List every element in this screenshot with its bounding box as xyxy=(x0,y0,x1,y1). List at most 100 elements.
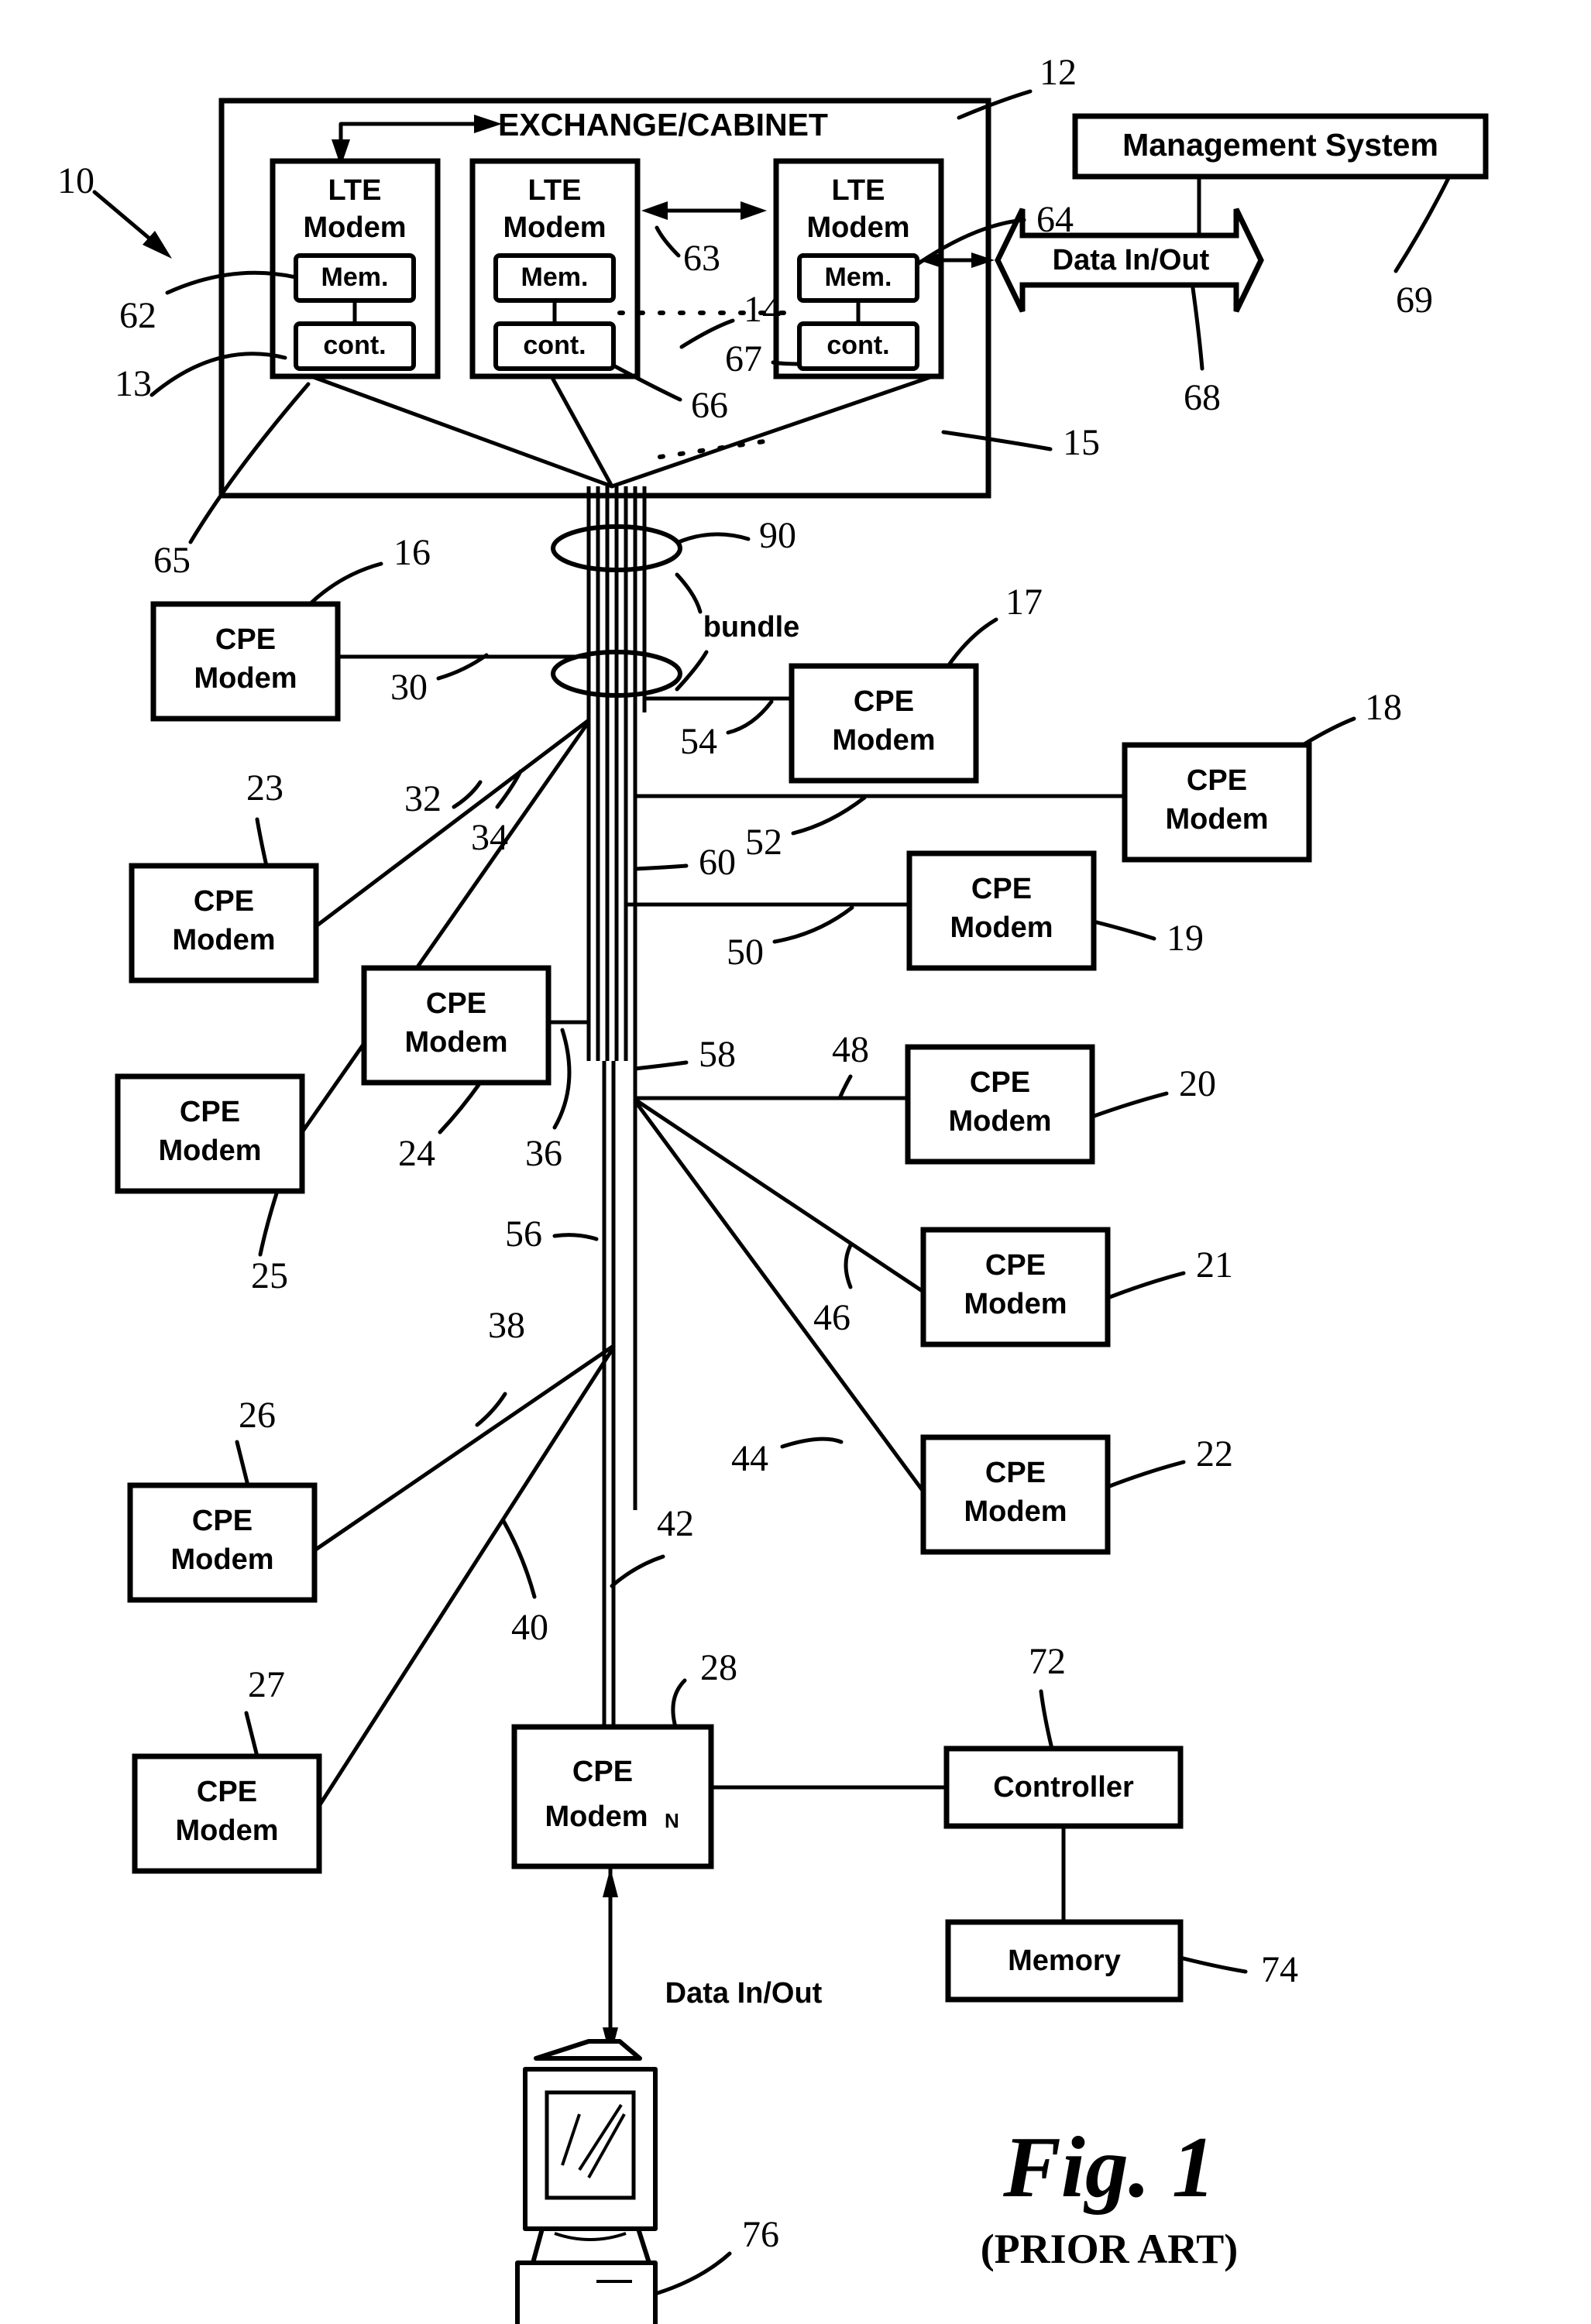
cpe-modem-n-box[interactable] xyxy=(511,1724,714,1869)
cpe-modem-24-label-line1: CPE xyxy=(426,987,486,1020)
ref-28: 28 xyxy=(700,1647,737,1688)
ref-10: 10 xyxy=(57,160,94,201)
cpe-modem-19-label-line1: CPE xyxy=(971,873,1032,905)
figure-title: Fig. 1 xyxy=(1002,2120,1215,2216)
ref-67: 67 xyxy=(725,338,762,379)
cpe-modem-23-label-line2: Modem xyxy=(173,924,276,956)
lte-modem-1-controller-label: cont. xyxy=(323,331,386,360)
figure-subtitle: (PRIOR ART) xyxy=(981,2226,1239,2272)
ref-36: 36 xyxy=(525,1133,562,1174)
cpe-modem-18-box[interactable] xyxy=(1122,742,1312,863)
cpe-modem-27-box[interactable] xyxy=(132,1753,322,1874)
cpe-modem-25-box[interactable] xyxy=(115,1073,305,1194)
ref-66: 66 xyxy=(691,385,728,426)
ref-69: 69 xyxy=(1396,280,1433,321)
cpe-modem-n-label-line1: CPE xyxy=(572,1756,633,1788)
ref-44: 44 xyxy=(731,1438,768,1479)
ref-63: 63 xyxy=(683,238,720,279)
ref-68: 68 xyxy=(1184,377,1221,418)
management-system-label: Management System xyxy=(1122,127,1438,163)
ref-74: 74 xyxy=(1261,1949,1298,1990)
cpe-modem-26-label-line1: CPE xyxy=(192,1505,253,1537)
ref-22: 22 xyxy=(1196,1433,1233,1474)
cpe-modem-18-label-line1: CPE xyxy=(1187,764,1247,797)
cpe-modem-24-box[interactable] xyxy=(361,965,552,1086)
cpe-modem-n-subscript: N xyxy=(665,1809,679,1832)
ref-58: 58 xyxy=(699,1034,736,1075)
ref-90: 90 xyxy=(759,515,796,556)
lte-modem-3[interactable]: LTE Modem Mem. cont. xyxy=(773,158,944,379)
ref-50: 50 xyxy=(727,932,764,973)
figure-1-diagram: EXCHANGE/CABINET 12 10 LTE Modem Mem. co… xyxy=(0,0,1591,2324)
lte-modem-2[interactable]: LTE Modem Mem. cont. xyxy=(469,158,641,379)
cpe-modem-16-box[interactable] xyxy=(150,601,341,722)
controller-label: Controller xyxy=(993,1771,1134,1804)
ref-48: 48 xyxy=(832,1029,869,1070)
ref-18: 18 xyxy=(1365,687,1402,728)
ref-42: 42 xyxy=(657,1503,694,1544)
exchange-header-label: EXCHANGE/CABINET xyxy=(498,107,828,142)
cpe-modem-25-label-line1: CPE xyxy=(180,1096,240,1128)
lte-modem-3-memory-label: Mem. xyxy=(825,263,892,292)
cpe-modem-16-label-line2: Modem xyxy=(194,662,297,695)
cpe-modem-20-box[interactable] xyxy=(905,1044,1095,1165)
ref-26: 26 xyxy=(239,1395,276,1436)
lte-modem-3-controller-label: cont. xyxy=(826,331,889,360)
cpe-modem-19-label-line2: Modem xyxy=(950,911,1053,944)
ref-20: 20 xyxy=(1179,1063,1216,1104)
memory-label: Memory xyxy=(1008,1945,1121,1977)
lte-modem-3-label-line2: Modem xyxy=(807,211,910,244)
ref-60: 60 xyxy=(699,842,736,883)
lte-modem-1-memory-label: Mem. xyxy=(321,263,389,292)
computer-pedestal xyxy=(531,2226,651,2265)
cpe-modem-25-label-line2: Modem xyxy=(159,1135,262,1167)
ref-76: 76 xyxy=(742,2214,779,2255)
ref-34: 34 xyxy=(471,817,508,858)
patent-figure-root: EXCHANGE/CABINET 12 10 LTE Modem Mem. co… xyxy=(0,0,1591,2324)
lte-modem-1[interactable]: LTE Modem Mem. cont. xyxy=(270,158,441,379)
ref-19: 19 xyxy=(1167,918,1204,959)
ref-65: 65 xyxy=(153,540,191,581)
cpe-modem-17-label-line1: CPE xyxy=(854,685,914,718)
cpe-modem-23-box[interactable] xyxy=(129,863,319,983)
cpe-modem-22-label-line1: CPE xyxy=(985,1457,1046,1489)
ref-24: 24 xyxy=(398,1133,435,1174)
cpe-modem-27-label-line2: Modem xyxy=(176,1814,279,1847)
ref-30: 30 xyxy=(390,667,428,708)
cpe-modem-22-label-line2: Modem xyxy=(964,1495,1067,1528)
cpe-modem-17-box[interactable] xyxy=(789,663,979,784)
cpe-modem-22-box[interactable] xyxy=(920,1434,1111,1555)
cpe-modem-26-box[interactable] xyxy=(127,1482,318,1603)
cpe-modem-16-label-line1: CPE xyxy=(215,623,276,656)
ref-62: 62 xyxy=(119,295,156,336)
bundle-label: bundle xyxy=(703,611,800,644)
ref-56: 56 xyxy=(505,1213,542,1255)
ref-27: 27 xyxy=(248,1664,285,1705)
cpe-modem-26-label-line2: Modem xyxy=(171,1543,274,1576)
ref-16: 16 xyxy=(393,532,431,573)
computer-base xyxy=(515,2260,658,2324)
cpe-modem-21-label-line2: Modem xyxy=(964,1288,1067,1320)
cpe-modem-18-label-line2: Modem xyxy=(1166,803,1269,836)
cpe-modem-21-label-line1: CPE xyxy=(985,1249,1046,1282)
ref-21: 21 xyxy=(1196,1244,1233,1286)
ref-32: 32 xyxy=(404,778,442,819)
lte-modem-3-label-line1: LTE xyxy=(832,174,885,207)
leader-67 xyxy=(771,360,800,366)
cpe-modem-20-label-line2: Modem xyxy=(949,1105,1052,1138)
cpe-modem-24-label-line2: Modem xyxy=(405,1026,508,1059)
ref-14: 14 xyxy=(744,289,781,330)
lte-modem-1-label-line1: LTE xyxy=(328,174,382,207)
figure-caption-group: Fig. 1 (PRIOR ART) xyxy=(981,2120,1239,2272)
lte-modem-2-memory-label: Mem. xyxy=(521,263,589,292)
cpe-modem-19-box[interactable] xyxy=(906,850,1097,971)
cpe-modem-20-label-line1: CPE xyxy=(970,1066,1030,1099)
ref-15: 15 xyxy=(1063,422,1100,463)
ref-46: 46 xyxy=(813,1297,850,1338)
lte-modem-2-controller-label: cont. xyxy=(523,331,586,360)
cpe-modem-n-label-line2: Modem xyxy=(545,1800,648,1833)
lte-modem-2-label-line2: Modem xyxy=(503,211,607,244)
cpe-modem-21-box[interactable] xyxy=(920,1227,1111,1347)
ref-12: 12 xyxy=(1039,52,1077,93)
cpe-modem-27-label-line1: CPE xyxy=(197,1776,257,1808)
